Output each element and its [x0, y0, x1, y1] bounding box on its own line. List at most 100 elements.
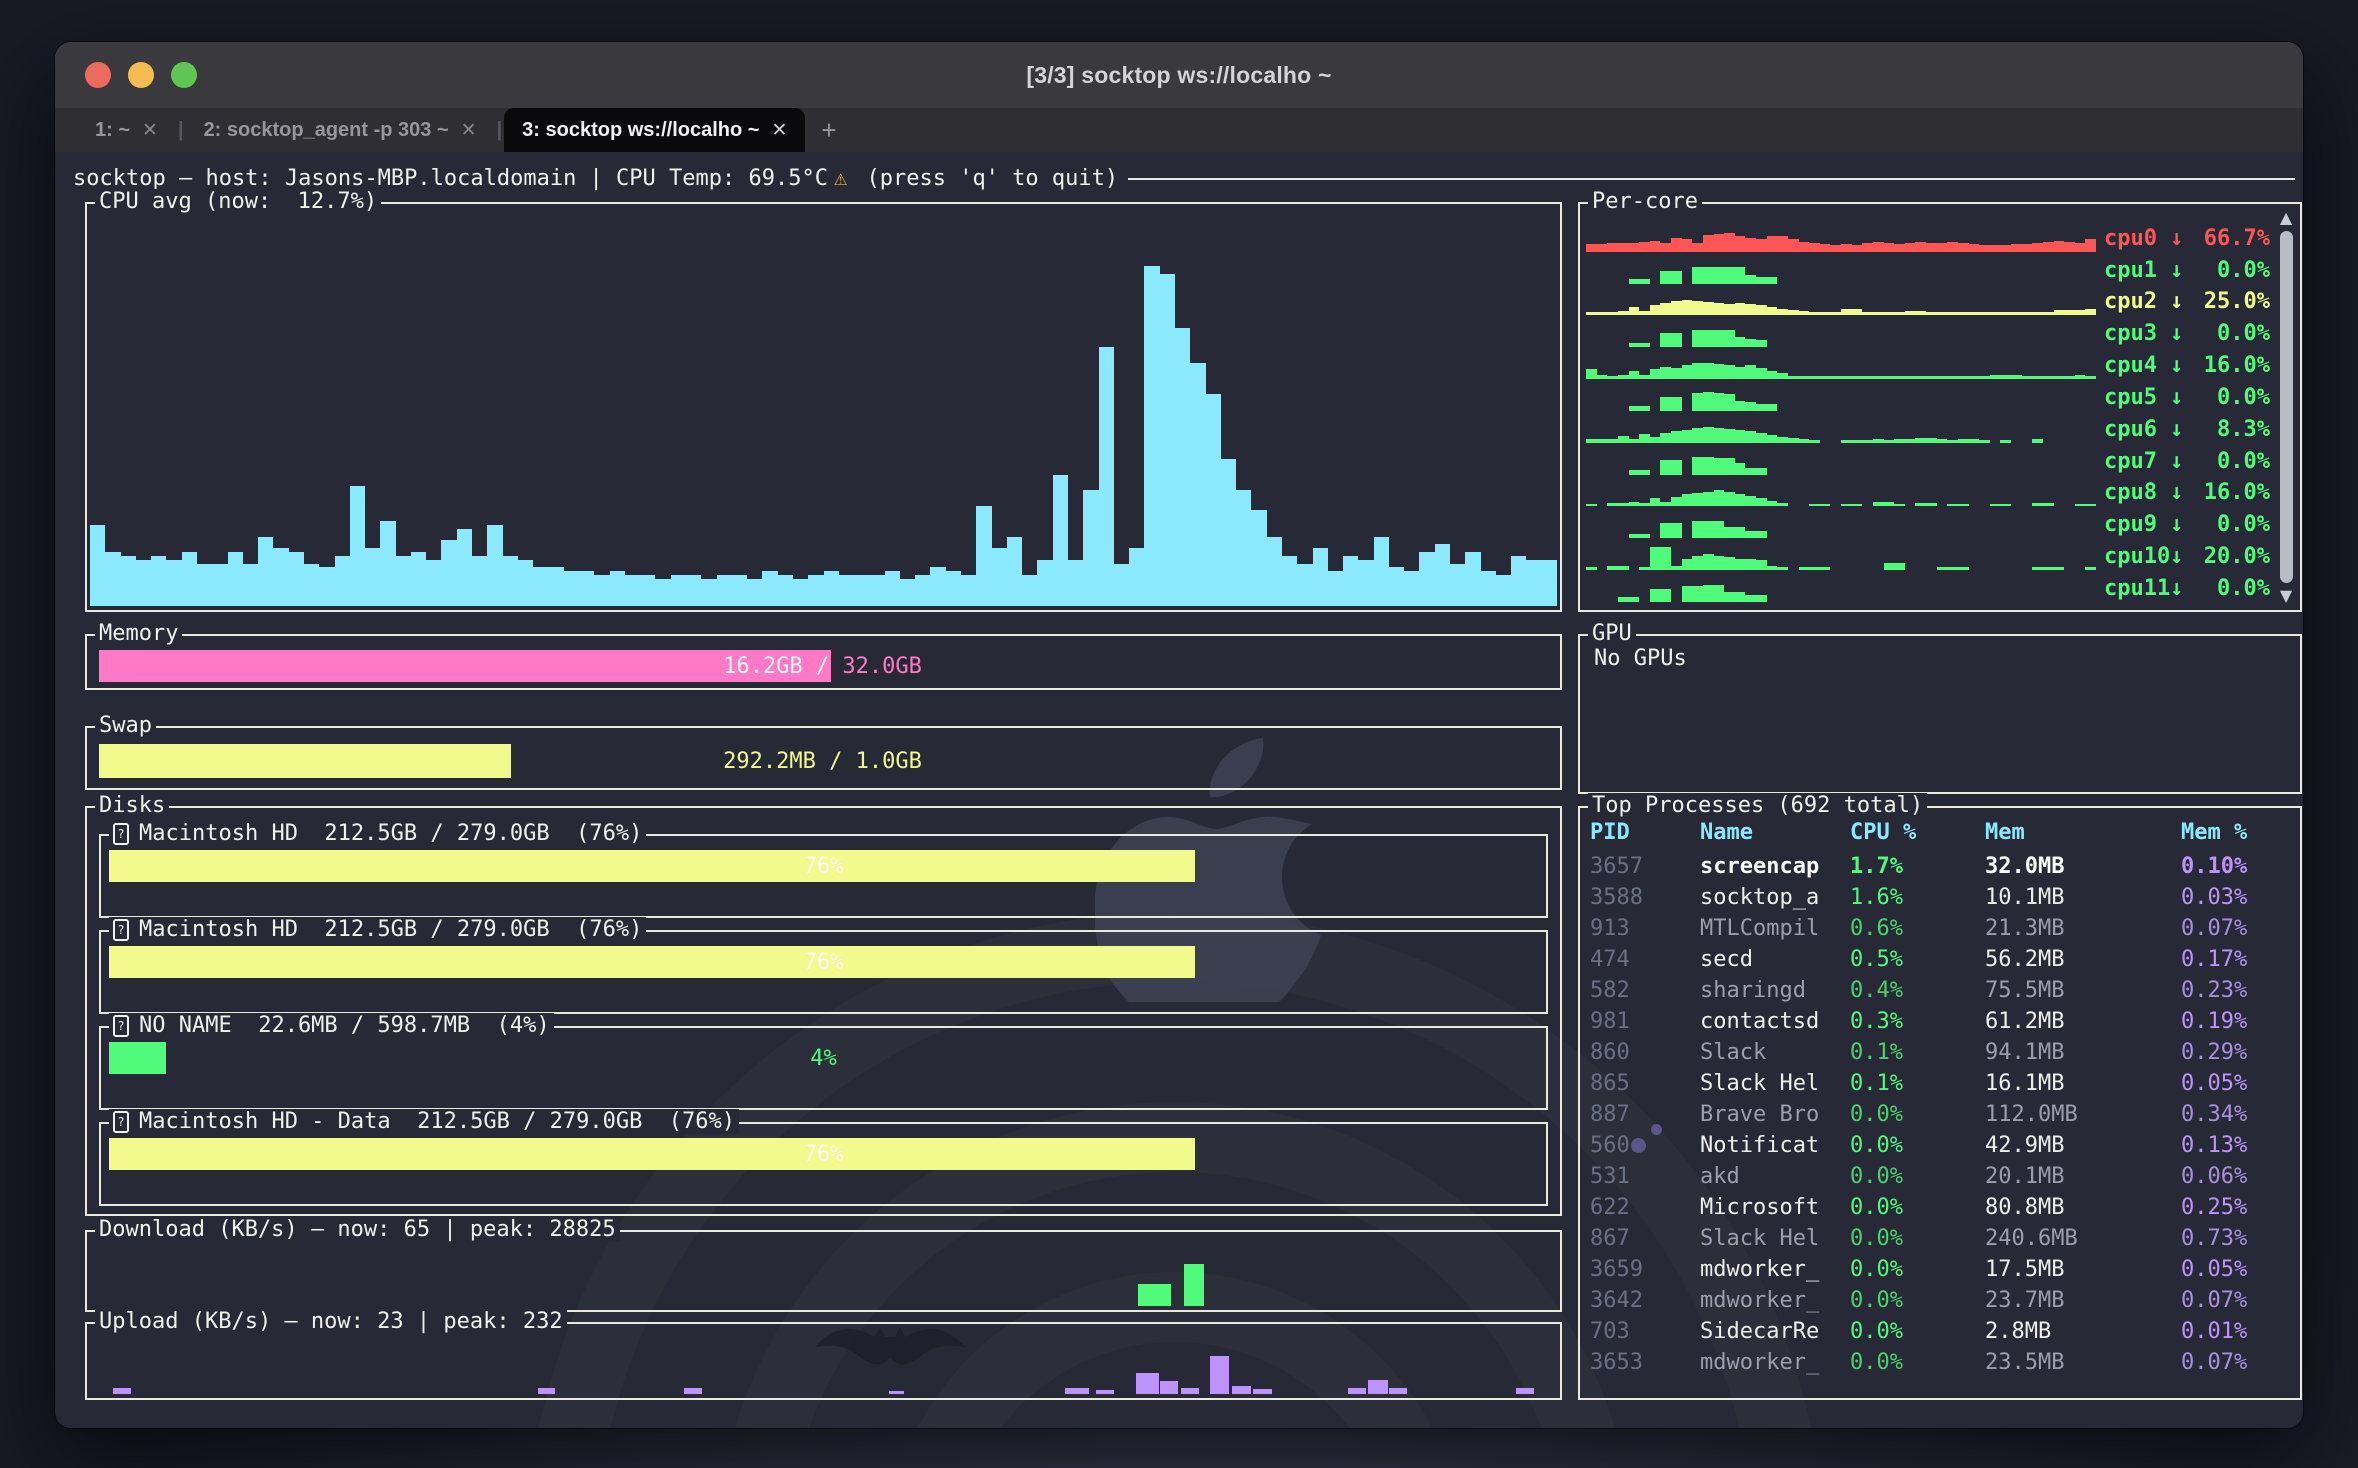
tab-1[interactable]: 1: ~✕ — [77, 108, 176, 152]
disk-item-title: ?Macintosh HD 212.5GB / 279.0GB (76%) — [109, 917, 646, 942]
core-spark-bar — [1703, 392, 1714, 411]
process-name: mdworker_ — [1700, 1350, 1850, 1375]
per-core-scrollbar[interactable]: ▲ ▼ — [2275, 208, 2297, 606]
process-mem-pct: 0.07% — [2181, 1350, 2294, 1375]
core-usage-value: 8.3% — [2200, 417, 2270, 442]
core-spark-bar — [1597, 244, 1608, 251]
cpu-history-bar — [1007, 537, 1022, 606]
process-row: 560Notificat0.0%42.9MB0.13% — [1590, 1133, 2294, 1158]
process-row: 867Slack Hel0.0%240.6MB0.73% — [1590, 1226, 2294, 1251]
core-spark-bar — [1788, 239, 1799, 252]
core-spark-bar — [1894, 563, 1905, 570]
cpu-history-bar — [579, 571, 594, 606]
cpu-history-bar — [854, 575, 869, 606]
cpu-history-bar — [1313, 548, 1328, 606]
tab-label: 3: socktop ws://localho ~ — [522, 119, 759, 142]
cpu-history-bar — [1083, 490, 1098, 606]
core-spark-bar — [1724, 592, 1735, 602]
per-core-rows: cpu0↓66.7%cpu1↓0.0%cpu2↓25.0%cpu3↓0.0%cp… — [1586, 220, 2270, 602]
core-spark-bar — [1703, 330, 1714, 347]
gpu-status: No GPUs — [1594, 646, 1687, 671]
process-pid: 474 — [1590, 947, 1700, 972]
tab-close-icon[interactable]: ✕ — [771, 119, 787, 142]
tab-2[interactable]: 2: socktop_agent -p 303 ~✕ — [186, 108, 495, 152]
core-name: cpu2 — [2104, 289, 2170, 314]
core-spark-bar — [1990, 245, 2001, 252]
process-pid: 703 — [1590, 1319, 1700, 1344]
zoom-button[interactable] — [171, 62, 197, 88]
gpu-panel: GPU No GPUs — [1578, 634, 2302, 794]
core-spark-bar — [1745, 496, 1756, 506]
core-spark-bar — [1735, 430, 1746, 443]
core-spark-bar — [1682, 430, 1693, 443]
core-spark-bar — [2000, 245, 2011, 252]
process-cpu: 0.0% — [1850, 1350, 1985, 1375]
tab-3[interactable]: 3: socktop ws://localho ~ ✕ — [504, 108, 805, 152]
process-row: 3659mdworker_0.0%17.5MB0.05% — [1590, 1257, 2294, 1282]
core-spark-bar — [1639, 434, 1650, 443]
core-sparkline — [1586, 475, 2096, 507]
core-spark-bar — [1735, 592, 1746, 602]
process-mem-pct: 0.29% — [2181, 1040, 2294, 1065]
cpu-history-bar — [166, 560, 181, 606]
new-tab-button[interactable]: + — [805, 115, 852, 146]
minimize-button[interactable] — [128, 62, 154, 88]
down-arrow-icon: ↓ — [2170, 321, 2200, 346]
core-spark-bar — [1799, 242, 1810, 252]
disk-usage-gauge: 76% — [109, 1138, 1538, 1170]
swap-title: Swap — [95, 713, 156, 738]
core-spark-bar — [1692, 301, 1703, 316]
cpu-history-bar — [151, 556, 166, 606]
per-core-row: cpu3↓0.0% — [1586, 315, 2270, 347]
core-spark-bar — [1756, 433, 1767, 443]
cpu-history-bar — [885, 571, 900, 606]
per-core-row: cpu1↓0.0% — [1586, 252, 2270, 284]
close-button[interactable] — [85, 62, 111, 88]
core-spark-bar — [1756, 277, 1767, 284]
cpu-history-bar — [1282, 556, 1297, 606]
cpu-history-bar — [824, 571, 839, 606]
cpu-history-bar — [869, 575, 884, 606]
process-mem-pct: 0.23% — [2181, 978, 2294, 1003]
disk-name: Macintosh HD 212.5GB / 279.0GB (76%) — [139, 821, 642, 846]
process-cpu: 0.0% — [1850, 1226, 1985, 1251]
core-name: cpu6 — [2104, 417, 2170, 442]
core-spark-bar — [1724, 233, 1735, 252]
core-spark-bar — [1714, 267, 1725, 284]
core-spark-bar — [1671, 460, 1682, 474]
disk-name: Macintosh HD 212.5GB / 279.0GB (76%) — [139, 917, 642, 942]
per-core-row: cpu4↓16.0% — [1586, 347, 2270, 379]
cpu-history-bar — [319, 567, 334, 606]
process-mem: 94.1MB — [1985, 1040, 2181, 1065]
core-spark-bar — [1767, 404, 1778, 411]
core-spark-bar — [1756, 531, 1767, 538]
per-core-row: cpu0↓66.7% — [1586, 220, 2270, 252]
tab-close-icon[interactable]: ✕ — [142, 119, 158, 142]
cpu-history-bar — [1267, 537, 1282, 606]
core-name: cpu1 — [2104, 258, 2170, 283]
process-cpu: 0.0% — [1850, 1288, 1985, 1313]
process-cpu: 1.6% — [1850, 885, 1985, 910]
core-spark-bar — [1745, 339, 1756, 348]
host-info: socktop — host: Jasons-MBP.localdomain |… — [73, 166, 828, 191]
tab-close-icon[interactable]: ✕ — [461, 119, 477, 142]
process-cpu: 0.1% — [1850, 1071, 1985, 1096]
scroll-up-arrow[interactable]: ▲ — [2280, 208, 2292, 228]
scroll-down-arrow[interactable]: ▼ — [2280, 586, 2292, 606]
upload-bar — [889, 1391, 904, 1394]
core-spark-bar — [1745, 304, 1756, 315]
core-name: cpu5 — [2104, 385, 2170, 410]
core-usage-value: 0.0% — [2200, 385, 2270, 410]
core-spark-bar — [1820, 244, 1831, 251]
core-sparkline — [1586, 506, 2096, 538]
core-spark-bar — [1745, 431, 1756, 442]
process-mem-pct: 0.73% — [2181, 1226, 2294, 1251]
scrollbar-thumb[interactable] — [2280, 231, 2293, 583]
disk-gauge-label: 76% — [109, 850, 1538, 882]
cpu-history-bar — [1068, 560, 1083, 606]
process-cpu: 0.5% — [1850, 947, 1985, 972]
disk-item: ?Macintosh HD 212.5GB / 279.0GB (76%)76% — [99, 930, 1548, 1014]
column-header-pid: PID — [1590, 820, 1700, 845]
core-spark-bar — [1714, 234, 1725, 252]
core-spark-bar — [1724, 394, 1735, 411]
